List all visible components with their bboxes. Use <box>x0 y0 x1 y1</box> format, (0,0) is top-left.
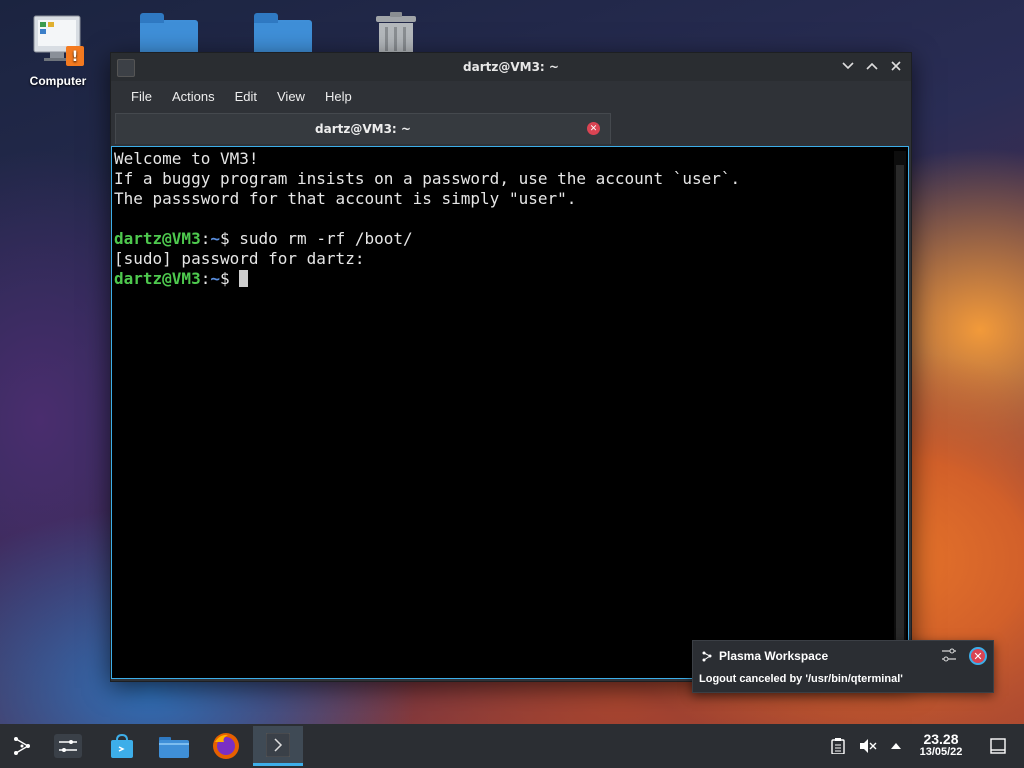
show-desktop-icon <box>990 738 1006 754</box>
terminal-line: [sudo] password for dartz: <box>114 249 365 268</box>
chevron-up-icon <box>866 62 878 70</box>
menu-help[interactable]: Help <box>315 89 362 104</box>
tab-label: dartz@VM3: ~ <box>315 122 411 136</box>
command-text: sudo rm -rf /boot/ <box>229 229 413 248</box>
desktop-icon-trash[interactable] <box>372 12 420 54</box>
prompt-symbol: $ <box>219 269 230 288</box>
scrollbar-thumb[interactable] <box>896 165 904 655</box>
notification-app-name: Plasma Workspace <box>719 649 829 663</box>
terminal-icon <box>266 732 290 757</box>
terminal-window[interactable]: dartz@VM3: ~ File Actions Edit View Help… <box>110 52 912 682</box>
terminal-output[interactable]: Welcome to VM3! If a buggy program insis… <box>111 146 909 679</box>
menu-view[interactable]: View <box>267 89 315 104</box>
prompt-symbol: $ <box>219 229 230 248</box>
terminal-line: If a buggy program insists on a password… <box>114 169 741 188</box>
settings-sliders-icon <box>54 734 82 758</box>
notification-popup[interactable]: Plasma Workspace ✕ Logout canceled by '/… <box>692 640 994 693</box>
taskbar: 23.28 13/05/22 <box>0 724 1024 768</box>
notification-settings-button[interactable] <box>941 647 957 663</box>
taskbar-settings[interactable] <box>48 726 88 766</box>
vertical-scrollbar[interactable] <box>894 151 906 676</box>
prompt-path: ~ <box>210 269 220 288</box>
taskbar-terminal[interactable] <box>253 726 303 766</box>
tab-bar: dartz@VM3: ~ ✕ <box>111 111 911 145</box>
computer-icon: ! <box>33 15 84 66</box>
minimize-button[interactable] <box>839 57 857 75</box>
desktop-icon-home-folder[interactable] <box>140 13 200 62</box>
clock-time: 23.28 <box>923 731 959 747</box>
chevron-down-icon <box>842 62 854 70</box>
menu-actions[interactable]: Actions <box>162 89 225 104</box>
notification-close-button[interactable]: ✕ <box>969 647 987 665</box>
desktop-icon-computer[interactable]: ! Computer <box>20 14 96 88</box>
application-launcher-button[interactable] <box>2 726 42 766</box>
tray-expand[interactable] <box>878 726 914 766</box>
taskbar-discover[interactable] <box>102 726 142 766</box>
window-title: dartz@VM3: ~ <box>463 60 559 74</box>
text-cursor <box>239 270 249 287</box>
store-bag-icon <box>111 733 133 758</box>
maximize-button[interactable] <box>863 57 881 75</box>
notification-message: Logout canceled by '/usr/bin/qterminal' <box>699 673 903 685</box>
menu-file[interactable]: File <box>121 89 162 104</box>
taskbar-firefox[interactable] <box>206 726 246 766</box>
close-icon <box>891 61 901 71</box>
volume-muted-icon <box>860 739 877 753</box>
terminal-line: The passsword for that account is simply… <box>114 189 577 208</box>
terminal-prompt-line: dartz@VM3:~$ sudo rm -rf /boot/ <box>114 229 413 248</box>
desktop-icon-network-folder[interactable] <box>254 13 314 62</box>
prompt-user: dartz@VM3 <box>114 269 201 288</box>
terminal-line: Welcome to VM3! <box>114 149 259 168</box>
terminal-app-icon[interactable] <box>117 59 135 77</box>
menubar: File Actions Edit View Help <box>111 81 911 111</box>
window-titlebar[interactable]: dartz@VM3: ~ <box>111 53 911 81</box>
trash-icon <box>376 12 416 54</box>
prompt-user: dartz@VM3 <box>114 229 201 248</box>
prompt-path: ~ <box>210 229 220 248</box>
terminal-prompt-line: dartz@VM3:~$ <box>114 269 908 289</box>
firefox-icon <box>213 733 239 759</box>
tab-close-icon[interactable]: ✕ <box>587 122 600 135</box>
desktop-icon-label: Computer <box>29 74 87 88</box>
taskbar-files[interactable] <box>154 726 194 766</box>
svg-text:!: ! <box>72 49 78 65</box>
sliders-icon <box>942 648 956 662</box>
folder-icon <box>159 737 189 758</box>
clock-date: 13/05/22 <box>919 746 963 758</box>
notification-header: Plasma Workspace <box>701 649 828 663</box>
menu-edit[interactable]: Edit <box>225 89 267 104</box>
tab-terminal[interactable]: dartz@VM3: ~ ✕ <box>115 113 611 144</box>
chevron-up-icon <box>891 743 901 749</box>
close-button[interactable] <box>887 57 905 75</box>
clipboard-icon <box>831 738 845 754</box>
show-desktop-button[interactable] <box>980 726 1016 766</box>
digital-clock[interactable]: 23.28 13/05/22 <box>912 732 970 759</box>
launcher-icon <box>14 737 30 755</box>
plasma-icon <box>702 651 712 662</box>
